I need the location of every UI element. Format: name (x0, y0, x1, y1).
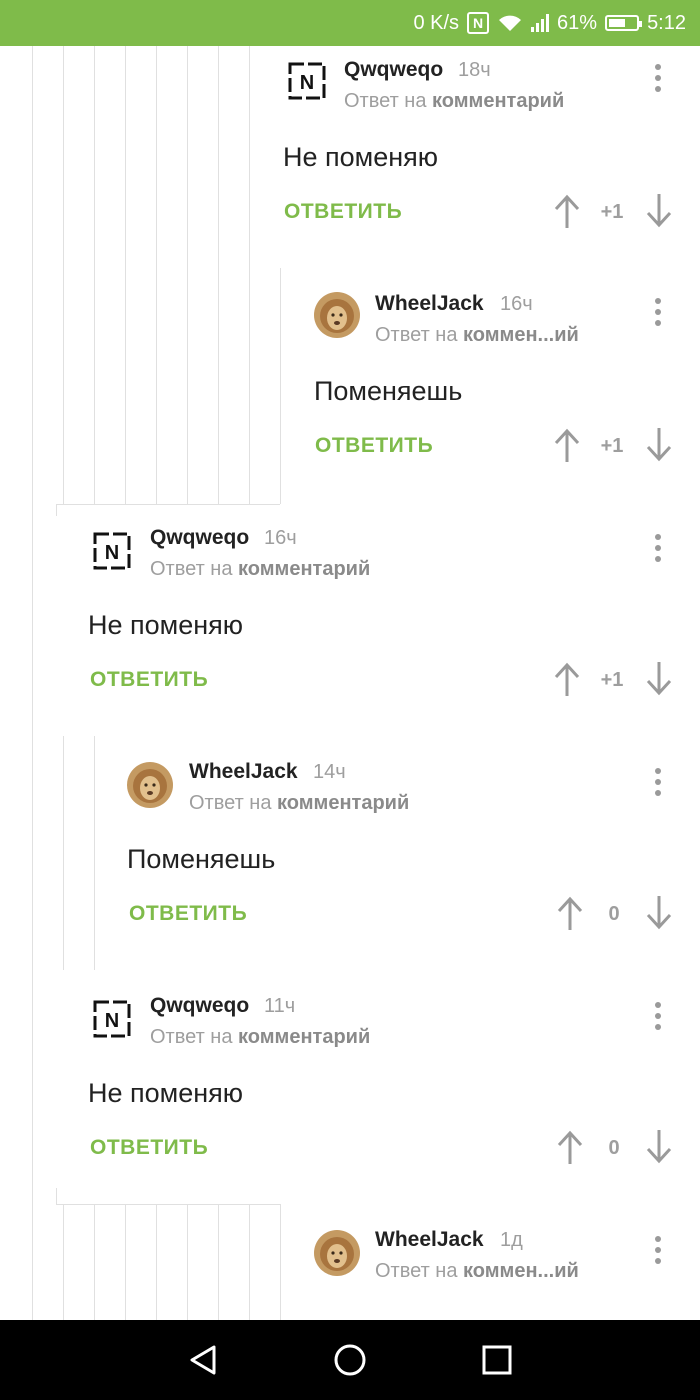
avatar[interactable] (314, 1230, 360, 1276)
comment-text: Поменяешь (127, 844, 276, 874)
comment: WheelJack 16ч Ответ на коммен...ий Помен… (0, 276, 700, 476)
comment-score: 0 (608, 903, 620, 925)
comment-score: +1 (600, 201, 624, 223)
downvote-arrow-icon[interactable] (644, 426, 674, 462)
svg-text:N: N (105, 542, 119, 564)
comment: N Qwqweqo 16ч Ответ на комментарий Не по… (0, 516, 700, 716)
network-speed: 0 K/s (413, 11, 460, 34)
reply-to[interactable]: Ответ на комментарий (150, 1026, 370, 1049)
clock: 5:12 (647, 11, 686, 34)
avatar[interactable]: N (89, 996, 135, 1042)
upvote-arrow-icon[interactable] (552, 194, 582, 230)
svg-text:N: N (105, 1010, 119, 1032)
reply-to[interactable]: Ответ на коммен...ий (375, 1260, 579, 1283)
comment-author[interactable]: WheelJack (189, 760, 298, 784)
more-options-icon[interactable] (648, 532, 668, 564)
comment: WheelJack 1д Ответ на коммен...ий (0, 1214, 700, 1320)
recents-button[interactable] (477, 1340, 517, 1380)
recents-square-icon (482, 1345, 512, 1375)
comment-text: Не поменяю (88, 610, 244, 640)
reply-button[interactable]: ОТВЕТИТЬ (284, 200, 402, 224)
comment-text: Не поменяю (283, 142, 439, 172)
downvote-arrow-icon[interactable] (644, 894, 674, 930)
reply-button[interactable]: ОТВЕТИТЬ (315, 434, 433, 458)
reply-to[interactable]: Ответ на комментарий (150, 558, 370, 581)
home-button[interactable] (330, 1340, 370, 1380)
more-options-icon[interactable] (648, 62, 668, 94)
thread-line (56, 1188, 57, 1204)
comment-time: 18ч (458, 59, 491, 81)
reply-button[interactable]: ОТВЕТИТЬ (129, 902, 247, 926)
reply-button[interactable]: ОТВЕТИТЬ (90, 668, 208, 692)
comment-time: 11ч (264, 995, 296, 1017)
battery-percent: 61% (557, 11, 598, 34)
upvote-arrow-icon[interactable] (552, 428, 582, 464)
avatar[interactable] (127, 762, 173, 808)
thread-divider (56, 1204, 280, 1205)
signal-icon (531, 14, 550, 32)
comment: WheelJack 14ч Ответ на комментарий Помен… (0, 746, 700, 946)
comment-time: 16ч (500, 293, 533, 315)
upvote-arrow-icon[interactable] (555, 1130, 585, 1166)
battery-icon (605, 15, 643, 31)
avatar[interactable]: N (89, 528, 135, 574)
comment-score: 0 (608, 1137, 620, 1159)
back-triangle-icon (190, 1345, 216, 1375)
more-options-icon[interactable] (648, 766, 668, 798)
thread-line (56, 504, 57, 516)
reply-to[interactable]: Ответ на коммен...ий (375, 324, 579, 347)
comment-score: +1 (600, 669, 624, 691)
thread-divider (56, 504, 280, 505)
status-bar: 0 K/s N 61% 5:12 (0, 0, 700, 46)
comment-text: Поменяешь (314, 376, 463, 406)
comment-text: Не поменяю (88, 1078, 244, 1108)
avatar[interactable] (314, 292, 360, 338)
comment-author[interactable]: Qwqweqo (150, 526, 249, 550)
more-options-icon[interactable] (648, 1234, 668, 1266)
reply-button[interactable]: ОТВЕТИТЬ (90, 1136, 208, 1160)
upvote-arrow-icon[interactable] (555, 896, 585, 932)
svg-text:N: N (300, 72, 314, 94)
upvote-arrow-icon[interactable] (552, 662, 582, 698)
downvote-arrow-icon[interactable] (644, 192, 674, 228)
lion-avatar-icon (314, 1230, 360, 1276)
system-nav-bar (0, 1320, 700, 1400)
comment-author[interactable]: WheelJack (375, 1228, 484, 1252)
comments-list: N Qwqweqo 18ч Ответ на комментарий Не по… (0, 46, 700, 1320)
reply-to[interactable]: Ответ на комментарий (344, 90, 564, 113)
comment-time: 14ч (313, 761, 346, 783)
more-options-icon[interactable] (648, 1000, 668, 1032)
downvote-arrow-icon[interactable] (644, 1128, 674, 1164)
comment-time: 1д (500, 1229, 523, 1251)
wifi-icon (499, 15, 522, 31)
comment-author[interactable]: Qwqweqo (344, 58, 443, 82)
lion-avatar-icon (127, 762, 173, 808)
back-button[interactable] (183, 1340, 223, 1380)
comment: N Qwqweqo 18ч Ответ на комментарий Не по… (0, 46, 700, 246)
comment: N Qwqweqo 11ч Ответ на комментарий Не по… (0, 984, 700, 1184)
comment-time: 16ч (264, 527, 297, 549)
avatar[interactable]: N (284, 58, 330, 104)
more-options-icon[interactable] (648, 296, 668, 328)
lion-avatar-icon (314, 292, 360, 338)
reply-to[interactable]: Ответ на комментарий (189, 792, 409, 815)
downvote-arrow-icon[interactable] (644, 660, 674, 696)
comment-author[interactable]: Qwqweqo (150, 994, 249, 1018)
comment-score: +1 (600, 435, 624, 457)
comment-author[interactable]: WheelJack (375, 292, 484, 316)
home-circle-icon (334, 1344, 366, 1376)
nfc-icon: N (467, 12, 490, 34)
